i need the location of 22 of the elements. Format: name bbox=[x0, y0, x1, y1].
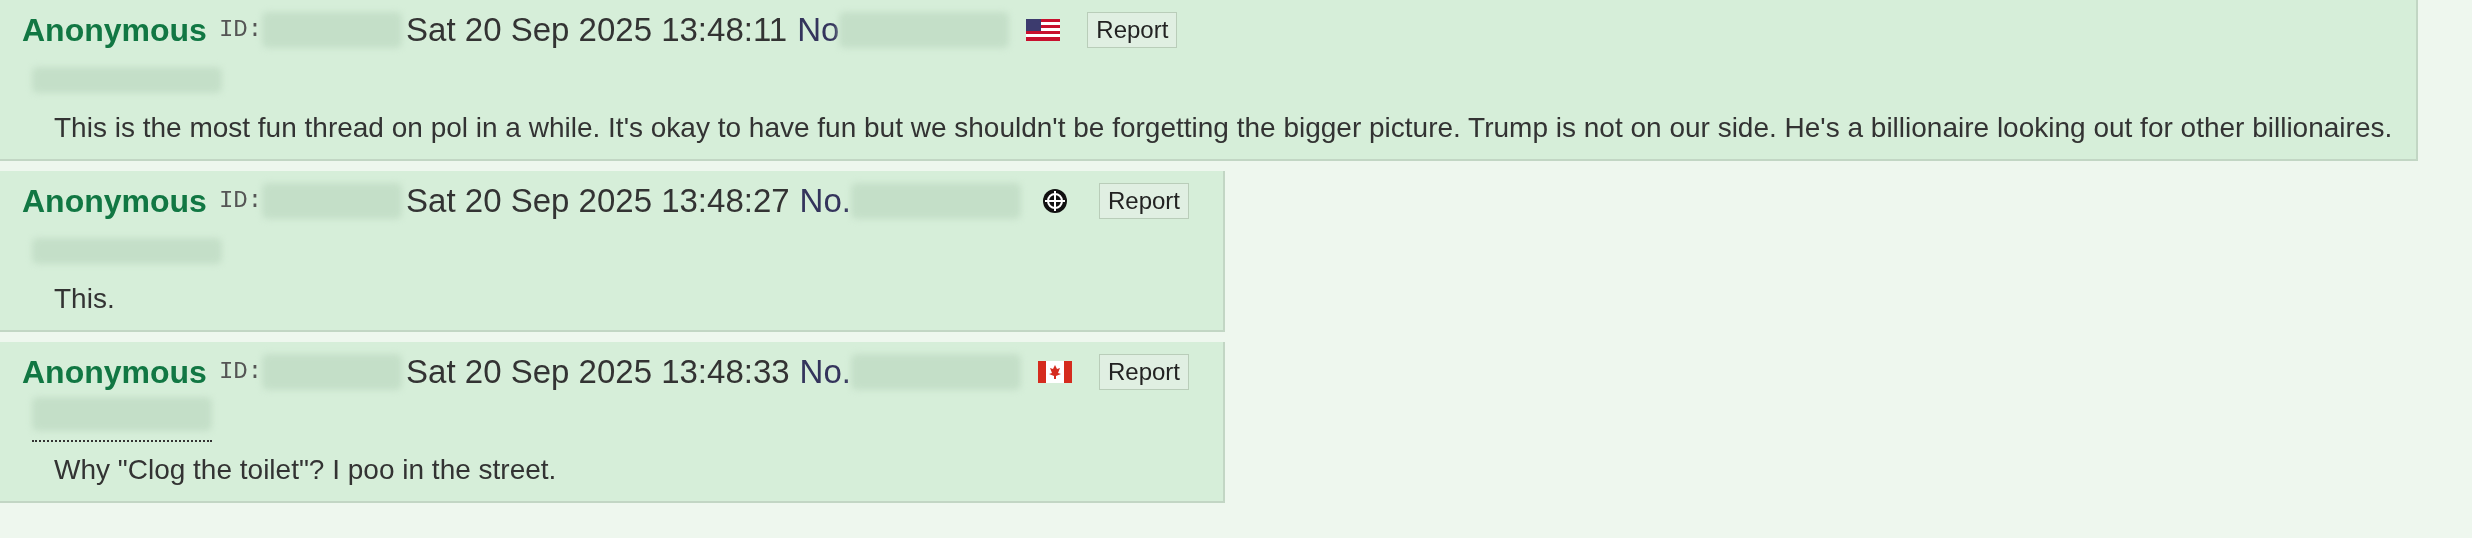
post-message: This. bbox=[54, 282, 116, 316]
post-number-link[interactable]: No bbox=[797, 5, 840, 55]
poster-name: Anonymous bbox=[22, 353, 207, 392]
crosshair-icon bbox=[1040, 187, 1069, 215]
report-button[interactable]: Report bbox=[1098, 354, 1189, 390]
id-label: ID: bbox=[218, 15, 263, 45]
post-date: Sat 20 Sep 2025 13:48:33 bbox=[406, 352, 790, 393]
post-message: This is the most fun thread on pol in a while. It's okay to have fun but we shouldn't be forgetting the bigger picture. Trump is not on our side. He's a billionaire looking out for other billionaires. bbox=[54, 111, 2393, 145]
us-flag-icon bbox=[1026, 19, 1061, 41]
poster-name: Anonymous bbox=[22, 182, 207, 221]
report-button[interactable]: Report bbox=[1098, 183, 1189, 219]
canada-flag-icon bbox=[1037, 361, 1072, 383]
post-number-link[interactable]: No. bbox=[799, 176, 851, 226]
id-label: ID: bbox=[218, 186, 263, 216]
post-message: Why "Clog the toilet"? I poo in the street. bbox=[54, 453, 558, 487]
post-number-link[interactable]: No. bbox=[799, 347, 851, 397]
id-label: ID: bbox=[218, 357, 263, 387]
poster-name: Anonymous bbox=[22, 11, 207, 50]
post-date: Sat 20 Sep 2025 13:48:11 bbox=[406, 10, 788, 51]
quote-link[interactable] bbox=[32, 397, 212, 442]
post-date: Sat 20 Sep 2025 13:48:27 bbox=[406, 181, 790, 222]
report-button[interactable]: Report bbox=[1087, 12, 1178, 48]
